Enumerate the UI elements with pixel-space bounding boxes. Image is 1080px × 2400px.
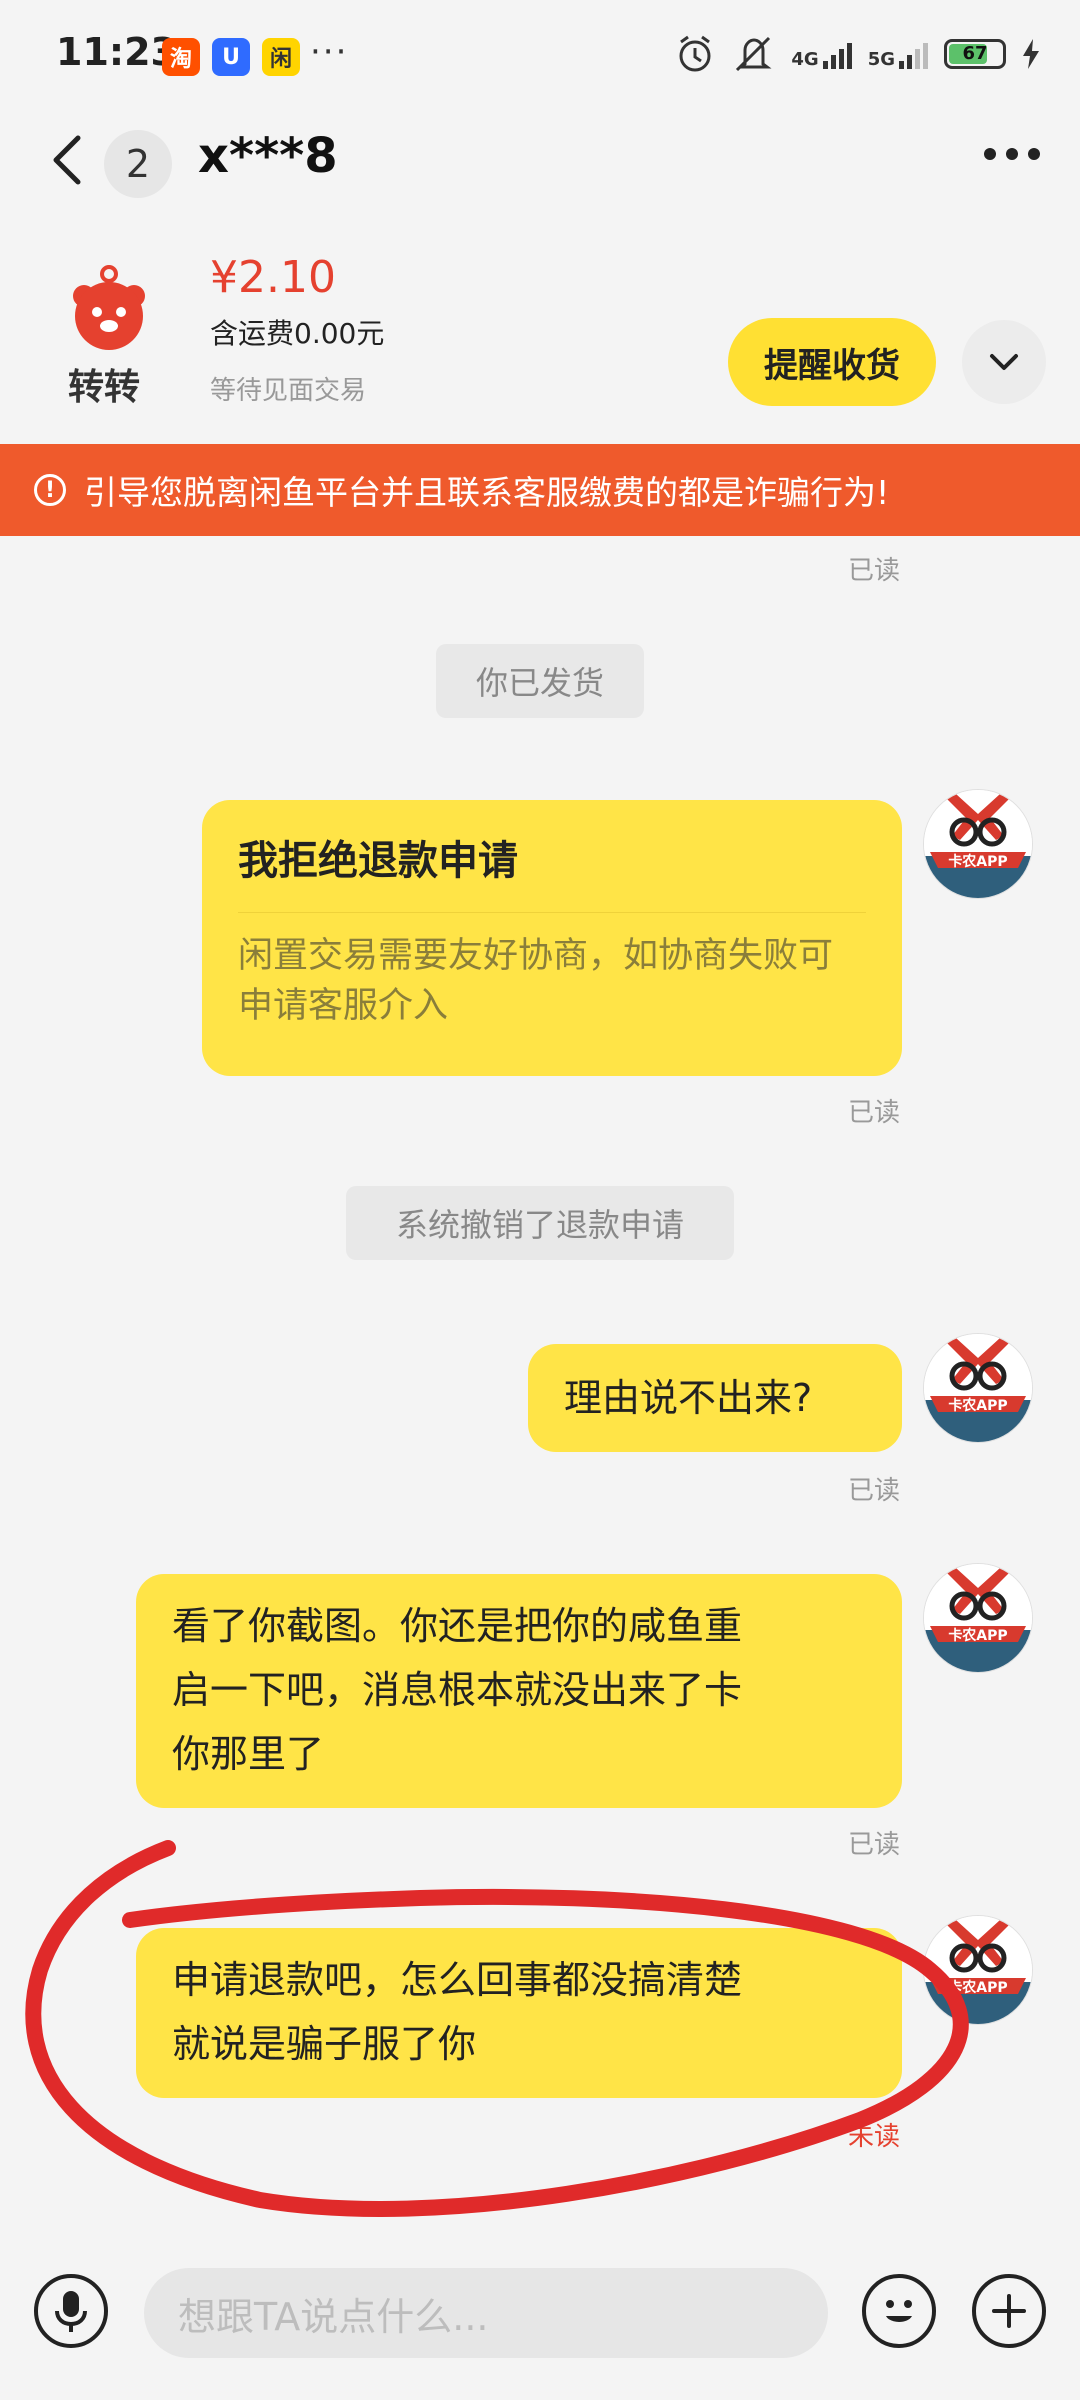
zhuanzhuan-logo-text: 转转 <box>68 367 141 408</box>
status-right: 4G 5G 67 <box>675 34 1040 74</box>
product-price: ¥2.10 <box>210 252 336 303</box>
chevron-down-icon <box>990 354 1018 370</box>
signal-4g: 4G <box>791 39 852 70</box>
chat-title: x***8 <box>198 128 338 184</box>
back-button[interactable] <box>44 130 90 190</box>
status-more-dots: ··· <box>310 32 349 72</box>
expand-button[interactable] <box>962 320 1046 404</box>
yellow-app-icon: 闲 <box>262 38 300 76</box>
avatar-label: 卡农APP <box>948 1397 1007 1414</box>
more-options-button[interactable] <box>984 148 1040 160</box>
trade-status: 等待见面交易 <box>210 376 367 406</box>
plus-icon <box>992 2294 1026 2328</box>
emoji-button[interactable] <box>862 2274 936 2348</box>
status-time: 11:23 <box>56 30 177 74</box>
taobao-app-icon: 淘 <box>162 38 200 76</box>
avatar[interactable]: 卡农APP <box>924 1334 1032 1442</box>
chevron-left-icon <box>53 135 81 185</box>
signal-5g: 5G <box>868 39 928 69</box>
avatar-label: 卡农APP <box>948 853 1007 870</box>
message-bubble[interactable]: 看了你截图。你还是把你的咸鱼重 启一下吧，消息根本就没出来了卡 你那里了 <box>136 1574 902 1808</box>
avatar[interactable]: 卡农APP <box>924 790 1032 898</box>
voice-input-button[interactable] <box>34 2274 108 2348</box>
remind-receipt-button[interactable]: 提醒收货 <box>728 318 936 406</box>
red-annotation-circle <box>25 1840 969 2217</box>
unread-count-badge: 2 <box>104 130 172 198</box>
kanong-avatar-icon: 卡农APP <box>924 1334 1032 1442</box>
refund-rejected-card[interactable]: 我拒绝退款申请 闲置交易需要友好协商，如协商失败可申请客服介入 <box>202 800 902 1076</box>
card-title: 我拒绝退款申请 <box>238 838 518 884</box>
system-message-refund-cancelled: 系统撤销了退款申请 <box>346 1186 734 1260</box>
kanong-avatar-icon: 卡农APP <box>924 1564 1032 1672</box>
fraud-warning-text: 引导您脱离闲鱼平台并且联系客服缴费的都是诈骗行为! <box>84 473 890 512</box>
network-label-5g: 5G <box>867 49 895 70</box>
system-message-shipped: 你已发货 <box>436 644 644 718</box>
avatar-label: 卡农APP <box>948 1627 1007 1644</box>
shipping-fee: 含运费0.00元 <box>210 317 385 350</box>
mute-icon <box>736 36 772 72</box>
alarm-icon <box>679 35 711 72</box>
read-receipt: 已读 <box>848 556 901 586</box>
microphone-icon <box>55 2291 87 2332</box>
message-text-line: 看了你截图。你还是把你的咸鱼重 <box>172 1604 743 1648</box>
message-text-line: 启一下吧，消息根本就没出来了卡 <box>172 1668 743 1712</box>
message-bubble[interactable]: 理由说不出来? <box>528 1344 902 1452</box>
read-receipt: 已读 <box>848 1098 901 1128</box>
emoji-icon <box>886 2300 912 2322</box>
more-actions-button[interactable] <box>972 2274 1046 2348</box>
battery-icon: 67 <box>944 39 1006 69</box>
message-input-placeholder: 想跟TA说点什么... <box>178 2294 489 2339</box>
message-text-line: 你那里了 <box>172 1732 325 1776</box>
battery-level: 67 <box>962 43 988 64</box>
warning-icon: ! <box>34 474 66 506</box>
more-dots-icon <box>984 148 996 160</box>
read-receipt: 已读 <box>848 1476 901 1506</box>
kanong-avatar-icon: 卡农APP <box>924 790 1032 898</box>
message-input[interactable]: 想跟TA说点什么... <box>144 2268 828 2358</box>
zhuanzhuan-logo <box>73 265 145 350</box>
charging-icon <box>1023 39 1039 69</box>
message-text: 理由说不出来? <box>564 1376 813 1420</box>
card-body: 闲置交易需要友好协商，如协商失败可申请客服介入 <box>238 936 834 1026</box>
card-divider <box>238 912 866 913</box>
avatar[interactable]: 卡农APP <box>924 1564 1032 1672</box>
network-label-4g: 4G <box>791 49 819 70</box>
status-bar: 11:23 淘 U 闲 ··· 4G 5G 67 <box>0 0 1080 120</box>
blue-app-icon: U <box>212 38 250 76</box>
fraud-warning-banner: ! 引导您脱离闲鱼平台并且联系客服缴费的都是诈骗行为! <box>0 444 1080 536</box>
